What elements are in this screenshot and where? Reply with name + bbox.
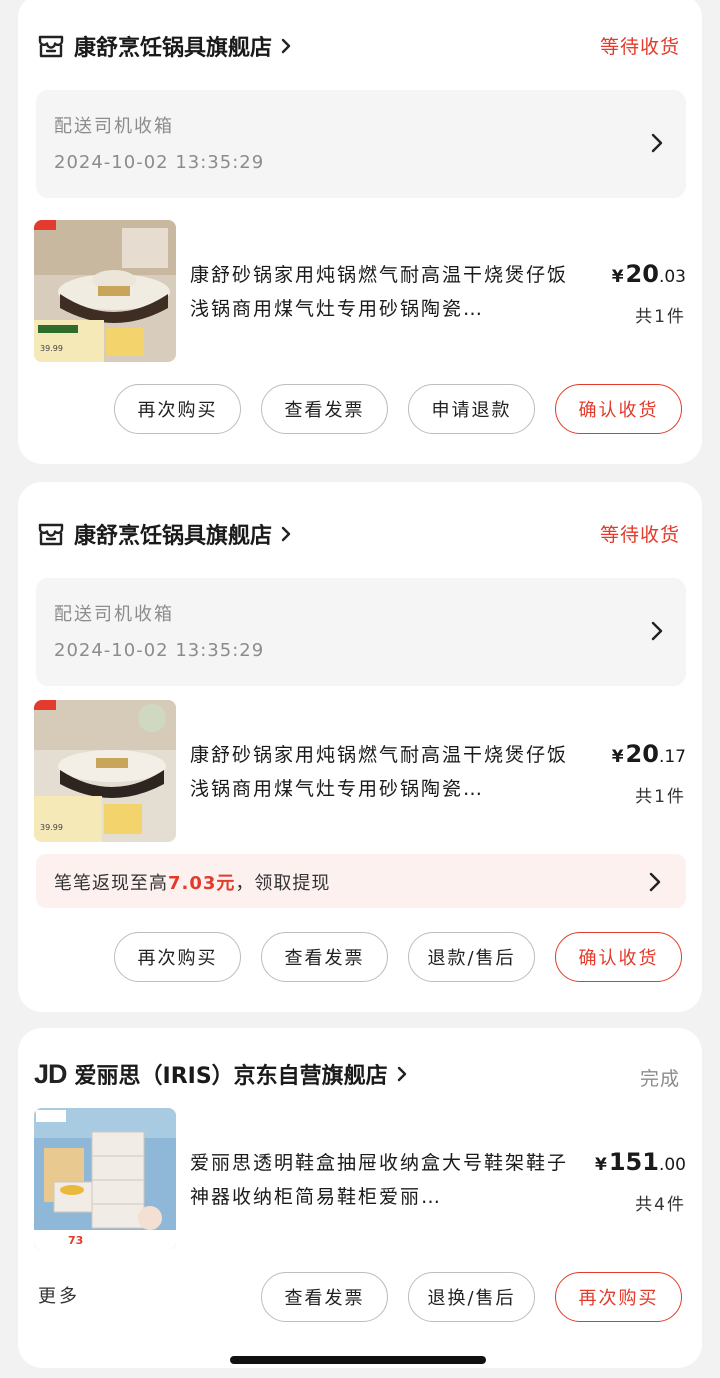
store-icon bbox=[38, 35, 64, 58]
confirm-receipt-button[interactable]: 确认收货 bbox=[555, 932, 682, 982]
store-name[interactable]: 康舒烹饪锅具旗舰店 bbox=[74, 30, 272, 62]
order-card: 康舒烹饪锅具旗舰店 等待收货 配送司机收箱 2024-10-02 13:35:2… bbox=[18, 482, 702, 1012]
delivery-title: 配送司机收箱 bbox=[54, 116, 174, 137]
product-quantity: 共1件 bbox=[635, 787, 686, 807]
delivery-title: 配送司机收箱 bbox=[54, 604, 174, 625]
thumb-price: 39.99 bbox=[40, 823, 63, 832]
confirm-receipt-button[interactable]: 确认收货 bbox=[555, 384, 682, 434]
product-item[interactable]: 39.99 康舒砂锅家用炖锅燃气耐高温干烧煲仔饭浅锅商用煤气灶专用砂锅陶瓷… ¥… bbox=[34, 700, 686, 842]
delivery-info[interactable]: 配送司机收箱 2024-10-02 13:35:29 bbox=[36, 578, 686, 686]
chevron-right-icon bbox=[651, 133, 663, 153]
refund-after-sales-button[interactable]: 退款/售后 bbox=[408, 932, 535, 982]
home-indicator[interactable] bbox=[230, 1356, 486, 1364]
product-item[interactable]: 73 爱丽思透明鞋盒抽屉收纳盒大号鞋架鞋子神器收纳柜简易鞋柜爱丽… ¥151.0… bbox=[34, 1108, 686, 1250]
product-item[interactable]: 39.99 康舒砂锅家用炖锅燃气耐高温干烧煲仔饭浅锅商用煤气灶专用砂锅陶瓷… ¥… bbox=[34, 220, 686, 362]
thumb-price: 39.99 bbox=[40, 344, 63, 353]
view-invoice-button[interactable]: 查看发票 bbox=[261, 1272, 388, 1322]
price-symbol: ¥ bbox=[595, 1155, 607, 1175]
product-quantity: 共4件 bbox=[635, 1195, 686, 1215]
cashback-banner[interactable]: 笔笔返现至高7.03元，领取提现 bbox=[36, 854, 686, 908]
price-decimal: .17 bbox=[658, 747, 686, 767]
view-invoice-button[interactable]: 查看发票 bbox=[261, 384, 388, 434]
product-price: ¥20.17 bbox=[612, 740, 686, 768]
order-status: 等待收货 bbox=[599, 524, 680, 546]
chevron-right-icon bbox=[397, 1066, 406, 1082]
product-thumbnail[interactable]: 73 bbox=[34, 1108, 176, 1250]
price-integer: 20 bbox=[625, 260, 659, 288]
chevron-right-icon bbox=[281, 526, 291, 542]
thumb-price: 73 bbox=[68, 1234, 83, 1247]
product-thumbnail[interactable]: 39.99 bbox=[34, 700, 176, 842]
chevron-right-icon bbox=[651, 621, 663, 641]
order-card: 康舒烹饪锅具旗舰店 等待收货 配送司机收箱 2024-10-02 13:35:2… bbox=[18, 0, 702, 464]
product-quantity: 共1件 bbox=[635, 307, 686, 327]
order-status: 完成 bbox=[639, 1068, 680, 1090]
product-title[interactable]: 爱丽思透明鞋盒抽屉收纳盒大号鞋架鞋子神器收纳柜简易鞋柜爱丽… bbox=[190, 1146, 570, 1214]
delivery-info[interactable]: 配送司机收箱 2024-10-02 13:35:29 bbox=[36, 90, 686, 198]
chevron-right-icon bbox=[281, 38, 291, 54]
price-decimal: .03 bbox=[658, 267, 686, 287]
view-invoice-button[interactable]: 查看发票 bbox=[261, 932, 388, 982]
jd-logo: JD bbox=[34, 1058, 68, 1089]
price-decimal: .00 bbox=[658, 1155, 686, 1175]
buy-again-button[interactable]: 再次购买 bbox=[555, 1272, 682, 1322]
order-status: 等待收货 bbox=[599, 36, 680, 58]
store-name[interactable]: 康舒烹饪锅具旗舰店 bbox=[74, 518, 272, 550]
store-icon bbox=[38, 523, 64, 546]
cashback-amount: 7.03元 bbox=[168, 873, 236, 894]
chevron-right-icon bbox=[649, 872, 661, 892]
price-integer: 151 bbox=[608, 1148, 659, 1176]
product-price: ¥151.00 bbox=[595, 1148, 686, 1176]
action-buttons: 再次购买 查看发票 申请退款 确认收货 bbox=[114, 384, 682, 434]
action-buttons: 再次购买 查看发票 退款/售后 确认收货 bbox=[114, 932, 682, 982]
price-integer: 20 bbox=[625, 740, 659, 768]
store-name[interactable]: 爱丽思（IRIS）京东自营旗舰店 bbox=[75, 1058, 388, 1090]
store-header[interactable]: 康舒烹饪锅具旗舰店 bbox=[36, 514, 294, 554]
cashback-suffix: ，领取提现 bbox=[235, 873, 331, 894]
action-buttons: 查看发票 退换/售后 再次购买 bbox=[261, 1272, 682, 1322]
delivery-time: 2024-10-02 13:35:29 bbox=[54, 640, 265, 661]
delivery-time: 2024-10-02 13:35:29 bbox=[54, 152, 265, 173]
product-price: ¥20.03 bbox=[612, 260, 686, 288]
buy-again-button[interactable]: 再次购买 bbox=[114, 384, 241, 434]
return-exchange-button[interactable]: 退换/售后 bbox=[408, 1272, 535, 1322]
price-symbol: ¥ bbox=[611, 267, 624, 287]
request-refund-button[interactable]: 申请退款 bbox=[408, 384, 535, 434]
store-header[interactable]: JD 爱丽思（IRIS）京东自营旗舰店 bbox=[34, 1054, 410, 1094]
price-symbol: ¥ bbox=[611, 747, 624, 767]
cashback-text: 笔笔返现至高7.03元，领取提现 bbox=[54, 869, 330, 895]
more-link[interactable]: 更多 bbox=[38, 1282, 80, 1308]
product-thumbnail[interactable]: 39.99 bbox=[34, 220, 176, 362]
store-header[interactable]: 康舒烹饪锅具旗舰店 bbox=[36, 26, 294, 66]
buy-again-button[interactable]: 再次购买 bbox=[114, 932, 241, 982]
product-title[interactable]: 康舒砂锅家用炖锅燃气耐高温干烧煲仔饭浅锅商用煤气灶专用砂锅陶瓷… bbox=[190, 258, 570, 326]
cashback-prefix: 笔笔返现至高 bbox=[54, 873, 168, 894]
product-title[interactable]: 康舒砂锅家用炖锅燃气耐高温干烧煲仔饭浅锅商用煤气灶专用砂锅陶瓷… bbox=[190, 738, 570, 806]
order-card: JD 爱丽思（IRIS）京东自营旗舰店 完成 73 爱丽思透明鞋盒抽屉收纳盒大号… bbox=[18, 1028, 702, 1368]
